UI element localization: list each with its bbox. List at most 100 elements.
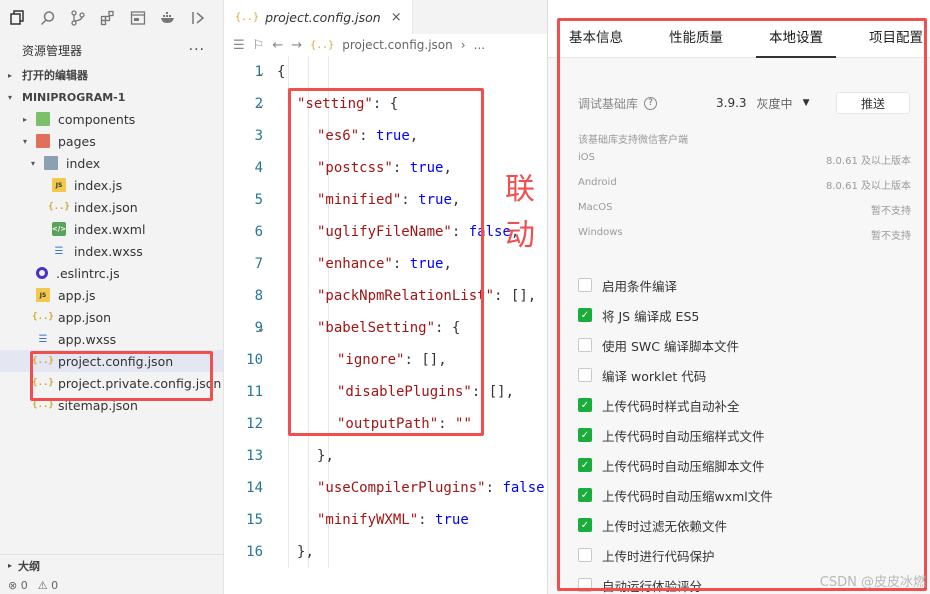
code-token: "setting" (297, 96, 373, 112)
breadcrumb-more[interactable]: ... (474, 38, 485, 52)
checkbox[interactable] (578, 278, 592, 292)
docker-icon[interactable] (158, 8, 178, 28)
help-icon[interactable]: ? (644, 96, 658, 110)
tab-project-config[interactable]: {..} project.config.json × (225, 0, 413, 34)
client-os: Windows (578, 227, 623, 238)
checkbox[interactable] (578, 548, 592, 562)
option-row[interactable]: ✓ 上传代码时自动压缩样式文件 (578, 424, 765, 446)
tree-item-eslintrc[interactable]: .eslintrc.js (0, 262, 223, 284)
fold-chevron-icon[interactable]: ⌄ (258, 323, 264, 334)
fold-chevron-icon[interactable]: ⌄ (258, 99, 264, 110)
code-line[interactable]: 11 "disablePlugins": [], (225, 376, 547, 408)
option-row[interactable]: 启用条件编译 (578, 274, 677, 296)
debug-icon[interactable] (188, 8, 208, 28)
code-text: "useCompilerPlugins": false, (317, 480, 547, 496)
preview-icon[interactable] (128, 8, 148, 28)
tab-performance[interactable]: 性能质量 (669, 26, 723, 46)
tab-local-settings[interactable]: 本地设置 (769, 26, 823, 46)
tree-item-index-js[interactable]: JS index.js (0, 174, 223, 196)
option-label: 编译 worklet 代码 (602, 368, 707, 384)
code-line[interactable]: 7 "enhance": true, (225, 248, 547, 280)
code-token: true (376, 128, 410, 144)
activity-bar (0, 0, 223, 36)
code-line[interactable]: 9 ⌄ "babelSetting": { (225, 312, 547, 344)
option-row[interactable]: ✓ 将 JS 编译成 ES5 (578, 304, 699, 326)
option-row[interactable]: 上传时进行代码保护 (578, 544, 715, 566)
code-line[interactable]: 1 ⌄{ (225, 56, 547, 88)
back-arrow-icon[interactable]: ← (272, 38, 283, 53)
extensions-icon[interactable] (98, 8, 118, 28)
tab-project-config[interactable]: 项目配置 (869, 26, 923, 46)
option-row[interactable]: 编译 worklet 代码 (578, 364, 706, 386)
checkbox-checked[interactable]: ✓ (578, 518, 592, 532)
tab-basic-info[interactable]: 基本信息 (569, 26, 623, 46)
tree-item-app-wxss[interactable]: ☰ app.wxss (0, 328, 223, 350)
tree-item-index-json[interactable]: {..} index.json (0, 196, 223, 218)
checkbox-checked[interactable]: ✓ (578, 308, 592, 322)
tree-item-index-folder[interactable]: ▾ index (0, 152, 223, 174)
tree-item-app-json[interactable]: {..} app.json (0, 306, 223, 328)
code-token: , (505, 384, 515, 400)
code-line[interactable]: 13}, (225, 440, 547, 472)
code-line[interactable]: 10 "ignore": [], (225, 344, 547, 376)
code-area[interactable]: 1 ⌄{2 ⌄ "setting": {3 "es6": true, 4 "postcss"… (225, 56, 547, 568)
checkbox[interactable] (578, 338, 592, 352)
base-library-select[interactable]: 3.9.3 灰度中 ▼ (716, 92, 809, 114)
fold-chevron-icon[interactable]: ⌄ (258, 67, 264, 78)
code-line[interactable]: 4 "postcss": true, (225, 152, 547, 184)
tree-item-index-wxss[interactable]: ☰ index.wxss (0, 240, 223, 262)
copy-icon[interactable] (8, 8, 28, 28)
problems-status[interactable]: ⊗ 0 ⚠ 0 (0, 576, 223, 594)
open-editors-section[interactable]: ▸ 打开的编辑器 (0, 64, 223, 86)
code-line[interactable]: 3 "es6": true, (225, 120, 547, 152)
code-token: : (435, 320, 444, 336)
close-icon[interactable]: × (391, 10, 402, 25)
active-tab-indicator (756, 56, 836, 58)
search-icon[interactable] (38, 8, 58, 28)
tree-item-label: pages (58, 133, 96, 149)
checkbox-checked[interactable]: ✓ (578, 428, 592, 442)
tree-item-pages[interactable]: ▾ pages (0, 130, 223, 152)
tree-item-project-config[interactable]: {..} project.config.json (0, 350, 223, 372)
code-line[interactable]: 2 ⌄ "setting": { (225, 88, 547, 120)
tree-item-components[interactable]: ▸ components (0, 108, 223, 130)
code-line[interactable]: 5 "minified": true, (225, 184, 547, 216)
forward-arrow-icon[interactable]: → (291, 38, 302, 53)
option-row[interactable]: ✓ 上传时过滤无依赖文件 (578, 514, 727, 536)
code-text: "es6": true, (317, 128, 418, 144)
breadcrumb-file[interactable]: project.config.json (342, 38, 453, 52)
checkbox-checked[interactable]: ✓ (578, 398, 592, 412)
push-button[interactable]: 推送 (836, 92, 910, 114)
code-line[interactable]: 12 "outputPath": "" (225, 408, 547, 440)
bookmark-icon[interactable]: ⚐ (253, 38, 265, 53)
checkbox-checked[interactable]: ✓ (578, 458, 592, 472)
tree-item-index-wxml[interactable]: </> index.wxml (0, 218, 223, 240)
tree-item-sitemap[interactable]: {..} sitemap.json (0, 394, 223, 416)
code-line[interactable]: 15 "minifyWXML": true (225, 504, 547, 536)
code-line[interactable]: 6 "uglifyFileName": false, (225, 216, 547, 248)
code-line[interactable]: 8 "packNpmRelationList": [], (225, 280, 547, 312)
option-row[interactable]: 使用 SWC 编译脚本文件 (578, 334, 739, 356)
outline-section[interactable]: ▸ 大纲 (0, 554, 223, 576)
option-row[interactable]: ✓ 上传代码时自动压缩wxml文件 (578, 484, 773, 506)
checkbox-checked[interactable]: ✓ (578, 488, 592, 502)
code-line[interactable]: 14 "useCompilerPlugins": false, (225, 472, 547, 504)
list-icon[interactable]: ☰ (233, 38, 245, 53)
source-control-icon[interactable] (68, 8, 88, 28)
checkbox[interactable] (578, 368, 592, 382)
caret-down-icon: ▼ (802, 98, 810, 108)
option-label: 自动运行体验评分 (602, 578, 703, 594)
project-root-section[interactable]: ▾ MINIPROGRAM-1 (0, 86, 223, 108)
code-token: : (401, 192, 410, 208)
code-token: { (389, 96, 399, 112)
chevron-down-icon: ▾ (22, 136, 27, 146)
more-actions-button[interactable]: ··· (189, 42, 205, 58)
option-row[interactable]: 自动运行体验评分 (578, 574, 702, 594)
option-row[interactable]: ✓ 上传代码时样式自动补全 (578, 394, 740, 416)
checkbox[interactable] (578, 578, 592, 592)
option-row[interactable]: ✓ 上传代码时自动压缩脚本文件 (578, 454, 765, 476)
code-line[interactable]: 16}, (225, 536, 547, 568)
tree-item-project-private-config[interactable]: {..} project.private.config.json (0, 372, 223, 394)
tree-item-app-js[interactable]: JS app.js (0, 284, 223, 306)
annotation-char: 动 (505, 218, 535, 253)
